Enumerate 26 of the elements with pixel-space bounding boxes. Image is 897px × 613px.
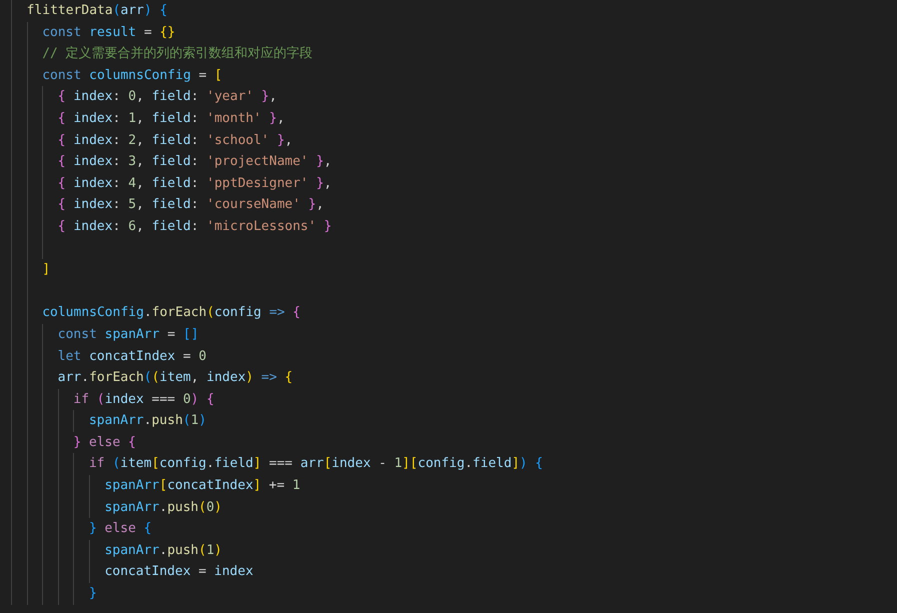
code-comment: // 定义需要合并的列的索引数组和对应的字段 bbox=[42, 45, 313, 64]
code-line: spanArr[concatIndex] += 1 bbox=[104, 477, 300, 496]
code-line: arr.forEach((item, index) => { bbox=[58, 369, 293, 388]
code-line: { index: 4, field: 'pptDesigner' }, bbox=[58, 174, 332, 193]
code-line: flitterData(arr) { bbox=[26, 2, 168, 20]
code-line: spanArr.push(1) bbox=[104, 542, 222, 560]
code-line: } else { bbox=[73, 434, 136, 452]
code-line: if (index === 0) { bbox=[73, 390, 214, 409]
code-line: { index: 5, field: 'courseName' }, bbox=[58, 196, 324, 214]
code-line: { index: 6, field: 'microLessons' } bbox=[58, 218, 332, 236]
code-line: if (item[config.field] === arr[index - 1][config.field]) { bbox=[88, 455, 543, 474]
code-line: concatIndex = index bbox=[104, 563, 254, 582]
code-line: const columnsConfig = [ bbox=[42, 66, 222, 85]
code-line: } else { bbox=[88, 520, 152, 538]
code-line: { index: 2, field: 'school' }, bbox=[58, 132, 293, 150]
code-line: { index: 1, field: 'month' }, bbox=[58, 110, 285, 128]
code-line: let concatIndex = 0 bbox=[58, 348, 206, 366]
code-line: } bbox=[88, 585, 97, 604]
code-line: { index: 0, field: 'year' }, bbox=[58, 88, 277, 106]
code-line: ] bbox=[42, 261, 50, 280]
code-line: columnsConfig.forEach(config => { bbox=[42, 304, 300, 322]
code-line: spanArr.push(1) bbox=[88, 412, 206, 430]
code-line: spanArr.push(0) bbox=[104, 498, 222, 517]
code-line: const spanArr = [] bbox=[58, 326, 199, 344]
code-line: const result = {} bbox=[42, 24, 176, 42]
code-line: { index: 3, field: 'projectName' }, bbox=[58, 153, 332, 172]
